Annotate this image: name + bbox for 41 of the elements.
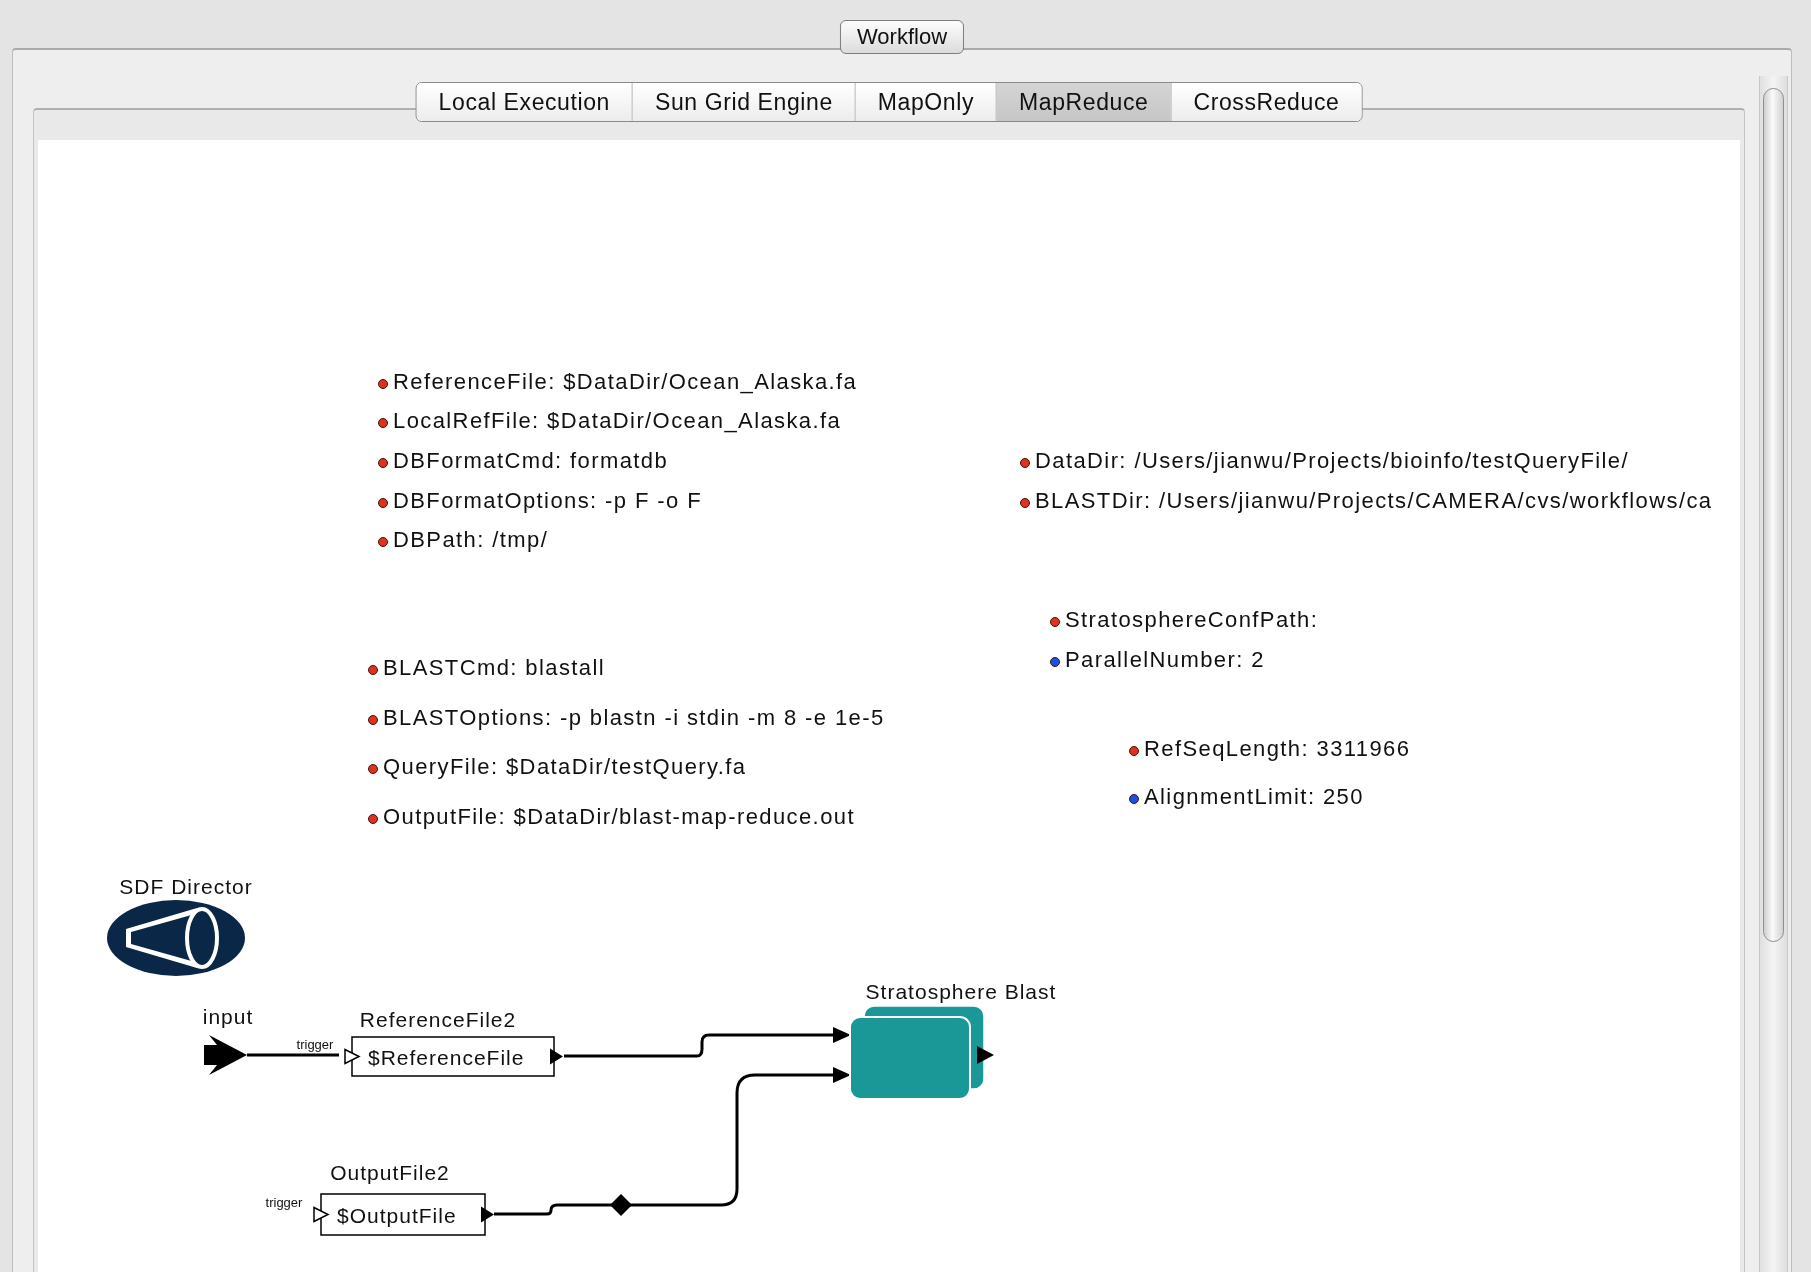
- parameter-text: LocalRefFile: $DataDir/Ocean_Alaska.fa: [393, 408, 842, 434]
- parameter-text: DataDir: /Users/jianwu/Projects/bioinfo/testQueryFile/: [1035, 448, 1629, 474]
- parameter-text: BLASTCmd: blastall: [383, 655, 606, 681]
- parameter-text: OutputFile: $DataDir/blast-map-reduce.out: [383, 804, 855, 830]
- tab[interactable]: CrossReduce: [1170, 83, 1362, 121]
- scrollbar[interactable]: [1759, 76, 1788, 1272]
- actor-label: ReferenceFile2: [359, 1008, 517, 1031]
- input-port-icon: [204, 1035, 247, 1075]
- parameter-text: DBFormatOptions: -p F -o F: [393, 488, 702, 514]
- trigger-port-icon: [313, 1206, 330, 1223]
- trigger-port-icon: [344, 1048, 361, 1065]
- parameter-text: ReferenceFile: $DataDir/Ocean_Alaska.fa: [393, 369, 858, 395]
- tab[interactable]: Sun Grid Engine: [632, 83, 855, 121]
- parameter-text: QueryFile: $DataDir/testQuery.fa: [383, 754, 747, 780]
- relation-diamond-icon: [610, 1194, 632, 1216]
- parameter-text: BLASTDir: /Users/jianwu/Projects/CAMERA/cvs/workflows/ca: [1035, 488, 1713, 514]
- composite-actor-icon: [849, 1005, 985, 1100]
- parameter-text: StratosphereConfPath:: [1065, 607, 1319, 633]
- tab[interactable]: Local Execution: [416, 83, 632, 121]
- parameter-text: RefSeqLength: 3311966: [1144, 736, 1411, 762]
- parameter-text: DBFormatCmd: formatdb: [393, 448, 669, 474]
- output-port-icon: [481, 1206, 494, 1223]
- workflow-button[interactable]: Workflow: [839, 20, 965, 54]
- actor-value: $ReferenceFile: [368, 1045, 525, 1069]
- actor-label: Stratosphere Blast: [865, 980, 1057, 1003]
- parameter-text: DBPath: /tmp/: [393, 527, 549, 553]
- director-icon: [107, 900, 245, 976]
- output-port-icon: [977, 1046, 994, 1064]
- parameter-text: AlignmentLimit: 250: [1144, 784, 1364, 810]
- actor-label: OutputFile2: [330, 1161, 450, 1184]
- tab[interactable]: MapReduce: [996, 83, 1171, 121]
- parameter-text: BLASTOptions: -p blastn -i stdin -m 8 -e 1e-5: [383, 705, 885, 731]
- scrollbar-thumb[interactable]: [1763, 88, 1784, 942]
- output-port-icon: [550, 1048, 563, 1065]
- parameter-text: ParallelNumber: 2: [1065, 647, 1265, 673]
- tab[interactable]: MapOnly: [854, 83, 996, 121]
- port-label: trigger: [265, 1195, 303, 1210]
- port-label: input: [202, 1005, 254, 1028]
- port-label: trigger: [296, 1037, 334, 1052]
- actor-value: $OutputFile: [337, 1203, 457, 1227]
- director-label: SDF Director: [119, 875, 253, 898]
